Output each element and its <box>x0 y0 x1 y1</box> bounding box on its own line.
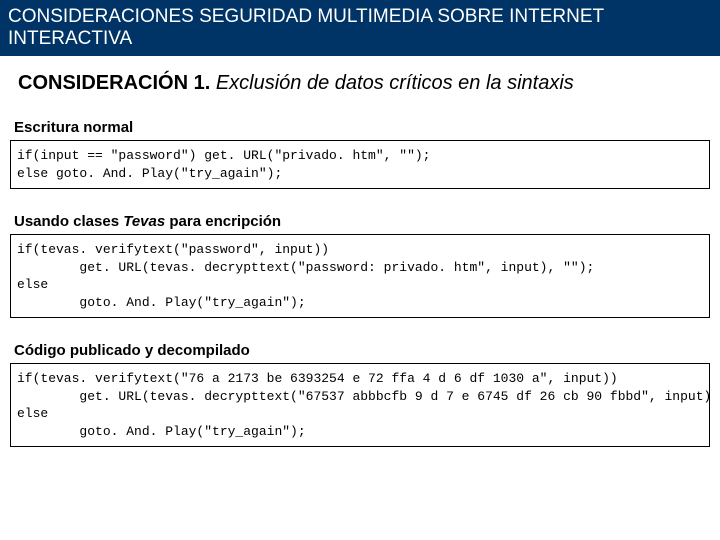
heading-tevas: Usando clases Tevas para encripción <box>10 205 710 235</box>
heading-decompiled: Código publicado y decompilado <box>10 334 710 364</box>
heading-normal: Escritura normal <box>10 111 710 141</box>
title-italic: Exclusión de datos críticos en la sintax… <box>216 72 574 94</box>
banner-title: CONSIDERACIONES SEGURIDAD MULTIMEDIA SOB… <box>0 0 720 56</box>
title-bold: CONSIDERACIÓN 1. <box>18 72 210 94</box>
code-tevas: if(tevas. verifytext("password", input))… <box>10 235 710 318</box>
heading-tevas-italic: Tevas <box>123 213 165 230</box>
code-decompiled: if(tevas. verifytext("76 a 2173 be 63932… <box>10 364 710 447</box>
heading-tevas-suffix: para encripción <box>165 213 281 230</box>
slide-title: CONSIDERACIÓN 1. Exclusión de datos crít… <box>0 56 720 111</box>
heading-tevas-prefix: Usando clases <box>14 213 123 230</box>
section-tevas: Usando clases Tevas para encripción if(t… <box>0 205 720 318</box>
code-normal: if(input == "password") get. URL("privad… <box>10 141 710 189</box>
section-decompiled: Código publicado y decompilado if(tevas.… <box>0 334 720 447</box>
section-normal: Escritura normal if(input == "password")… <box>0 111 720 189</box>
